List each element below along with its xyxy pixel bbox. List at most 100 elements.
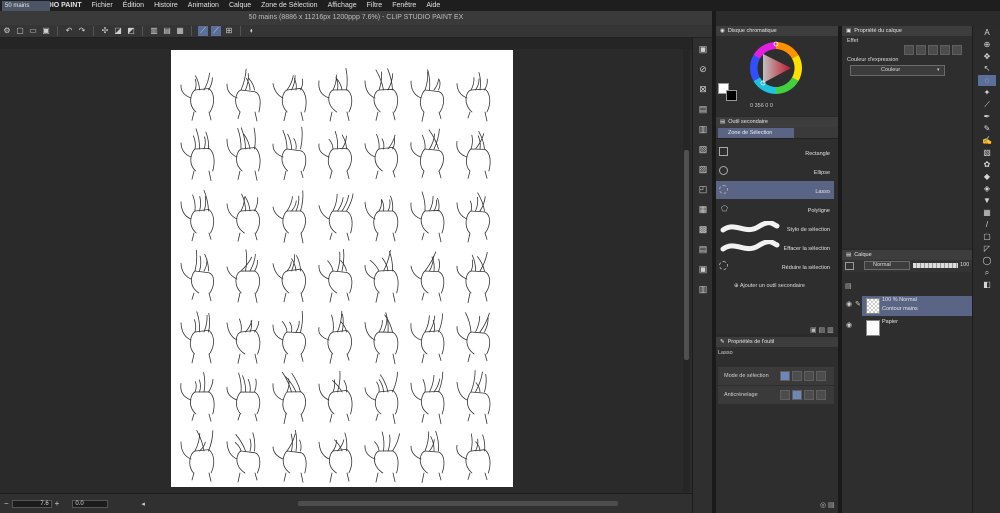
color-set-icon[interactable]: ▥	[696, 282, 710, 296]
undo-icon[interactable]: ↶	[64, 26, 74, 36]
antialias-none-button[interactable]	[780, 390, 790, 400]
snap-icon[interactable]: ▤	[162, 26, 172, 36]
brush-tool-icon[interactable]: ✍	[978, 135, 996, 146]
tool-property-footer-icons[interactable]: ◎ ▤	[820, 501, 835, 509]
menu-affichage[interactable]: Affichage	[323, 2, 362, 9]
menu-aide[interactable]: Aide	[421, 2, 445, 9]
blend-tool-icon[interactable]: ◈	[978, 183, 996, 194]
document-tab[interactable]: 50 mains	[2, 1, 50, 11]
navigator-icon[interactable]: ▣	[696, 42, 710, 56]
effect-color-button[interactable]	[928, 45, 938, 55]
mode-add-selection-button[interactable]	[792, 371, 802, 381]
material-icon[interactable]: ▤	[696, 102, 710, 116]
layer-mode-icon[interactable]	[845, 262, 854, 270]
clear-icon[interactable]: ◪	[113, 26, 123, 36]
mode-intersect-selection-button[interactable]	[816, 371, 826, 381]
sub-view-icon[interactable]: ◰	[696, 182, 710, 196]
subtool-polyline[interactable]: ⬠ Polyligne	[716, 200, 834, 218]
sub-color-swatch[interactable]	[726, 90, 737, 101]
menu-zone-selection[interactable]: Zone de Sélection	[256, 2, 322, 9]
menu-edition[interactable]: Édition	[118, 2, 149, 9]
ruler-tool-icon[interactable]: ◸	[978, 243, 996, 254]
grid-snap-icon[interactable]: ▦	[175, 26, 185, 36]
snap-special-ruler-icon[interactable]: ⟋	[211, 26, 221, 36]
balloon-tool-icon[interactable]: ◯	[978, 255, 996, 266]
brush-size-icon[interactable]: ▣	[696, 262, 710, 276]
antialias-medium-button[interactable]	[804, 390, 814, 400]
blend-mode-select[interactable]: Normal	[864, 261, 910, 270]
snap-ruler-icon[interactable]: ⟋	[198, 26, 208, 36]
eraser-tool-icon[interactable]: ◆	[978, 171, 996, 182]
effect-extra-button[interactable]	[952, 45, 962, 55]
effect-mask-button[interactable]	[940, 45, 950, 55]
menu-fichier[interactable]: Fichier	[87, 2, 118, 9]
layer-contour-mains[interactable]: 100 % Normal Contour mains	[862, 296, 972, 316]
rotation-field[interactable]: 0.0	[72, 499, 109, 508]
redo-icon[interactable]: ↷	[77, 26, 87, 36]
effect-tone-button[interactable]	[916, 45, 926, 55]
antialias-weak-button[interactable]	[792, 390, 802, 400]
fill-icon[interactable]: ◩	[126, 26, 136, 36]
settings-icon[interactable]: ⚙	[2, 26, 12, 36]
new-file-icon[interactable]: ▢	[15, 26, 25, 36]
item-bank-icon[interactable]: ▦	[696, 202, 710, 216]
animation-icon[interactable]: ▩	[696, 222, 710, 236]
auto-select-tool-icon[interactable]: ✦	[978, 87, 996, 98]
object-tool-icon[interactable]: ↖	[978, 63, 996, 74]
menu-filtre[interactable]: Filtre	[362, 2, 388, 9]
layer-papier[interactable]: Papier	[862, 318, 972, 338]
color-icon[interactable]: ◐	[247, 26, 257, 36]
color-wheel[interactable]	[742, 38, 810, 98]
subtool-shrink-selection[interactable]: Réduire la sélection	[716, 257, 834, 275]
airbrush-tool-icon[interactable]: ▧	[978, 147, 996, 158]
figure-tool-icon[interactable]: /	[978, 219, 996, 230]
layer-list-icon[interactable]: ▤	[845, 282, 852, 290]
canvas-paper[interactable]	[171, 50, 513, 487]
layer-search-icon[interactable]: ⊠	[696, 82, 710, 96]
eye-icon[interactable]: ◉	[846, 300, 852, 308]
eyedropper-tool-icon[interactable]: ⟋	[978, 99, 996, 110]
subtool-rectangle[interactable]: Rectangle	[716, 143, 834, 161]
menu-animation[interactable]: Animation	[183, 2, 224, 9]
tool-search-icon[interactable]: ⊘	[696, 62, 710, 76]
open-file-icon[interactable]: ▭	[28, 26, 38, 36]
info-icon[interactable]: ▨	[696, 162, 710, 176]
save-icon[interactable]: ▣	[41, 26, 51, 36]
gradient-tool-icon[interactable]: ▦	[978, 207, 996, 218]
horizontal-scroll-thumb[interactable]	[297, 501, 618, 506]
pen-icon[interactable]: ✎	[855, 300, 861, 308]
pen-tool-icon[interactable]: ✒	[978, 111, 996, 122]
move-tool-icon[interactable]: ✥	[978, 51, 996, 62]
zoom-in-icon[interactable]: +	[55, 499, 60, 508]
pencil-tool-icon[interactable]: ✎	[978, 123, 996, 134]
text-tool-icon[interactable]: A	[978, 27, 996, 38]
ruler-icon[interactable]: ▥	[149, 26, 159, 36]
zoom-field[interactable]: 7.6	[11, 499, 52, 508]
subtool-ellipse[interactable]: Ellipse	[716, 162, 834, 180]
snap-grid-icon[interactable]: ⊞	[224, 26, 234, 36]
add-subtool-button[interactable]: ⊕ Ajouter un outil secondaire	[734, 283, 805, 289]
fill-tool-icon[interactable]: ▼	[978, 195, 996, 206]
correct-line-tool-icon[interactable]: ⌕	[978, 267, 996, 278]
subtool-lasso[interactable]: Lasso	[716, 181, 834, 199]
color-swatch-icon[interactable]: ◧	[978, 279, 996, 290]
decoration-tool-icon[interactable]: ✿	[978, 159, 996, 170]
history-icon[interactable]: ▥	[696, 122, 710, 136]
opacity-value[interactable]: 100	[960, 262, 969, 268]
opacity-slider[interactable]	[913, 263, 958, 268]
frame-tool-icon[interactable]: ▢	[978, 231, 996, 242]
transform-icon[interactable]: ✣	[100, 26, 110, 36]
layer-props-icon[interactable]: ▧	[696, 142, 710, 156]
eye-icon[interactable]: ◉	[846, 321, 852, 329]
effect-border-button[interactable]	[904, 45, 914, 55]
scroll-left-icon[interactable]: ◂	[141, 500, 145, 508]
mode-new-selection-button[interactable]	[780, 371, 790, 381]
subtool-erase-selection[interactable]: Effacer la sélection	[716, 238, 834, 256]
vertical-scroll-thumb[interactable]	[684, 150, 689, 360]
menu-histoire[interactable]: Histoire	[149, 2, 183, 9]
mode-subtract-selection-button[interactable]	[804, 371, 814, 381]
expression-color-select[interactable]: Couleur	[850, 65, 945, 76]
menu-calque[interactable]: Calque	[224, 2, 256, 9]
antialias-strong-button[interactable]	[816, 390, 826, 400]
zoom-tool-icon[interactable]: ⊕	[978, 39, 996, 50]
